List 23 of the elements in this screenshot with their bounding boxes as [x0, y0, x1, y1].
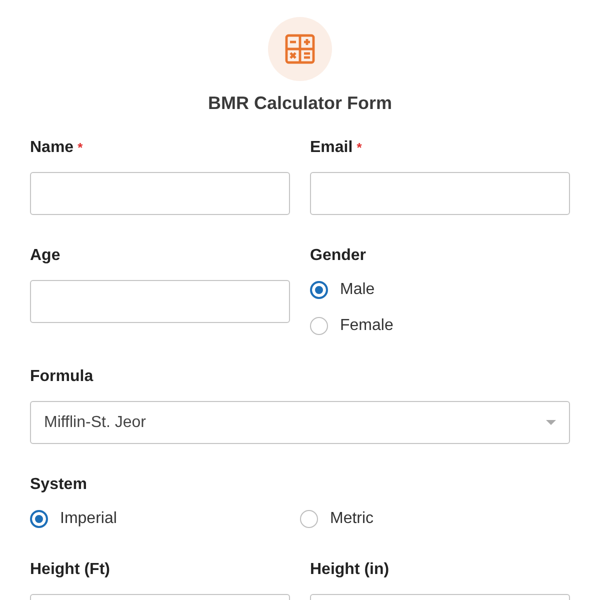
text-input[interactable] [30, 172, 290, 215]
field-label: Gender [310, 246, 368, 266]
option-label[interactable]: Female [340, 316, 394, 336]
option-label[interactable]: Metric [330, 509, 374, 529]
option-label[interactable]: Imperial [60, 509, 117, 529]
text-input[interactable] [30, 280, 290, 323]
radio-button[interactable] [310, 281, 328, 299]
field-label: Height (in) [310, 560, 390, 580]
field-label: Formula [30, 367, 94, 387]
radio-button[interactable] [300, 510, 318, 528]
field-label: Email * [310, 138, 363, 158]
calculator-icon [285, 34, 315, 64]
field-label: Height (Ft) [30, 560, 111, 580]
radio-button[interactable] [30, 510, 48, 528]
radio-button[interactable] [310, 317, 328, 335]
text-input[interactable] [310, 172, 570, 215]
field-label: System [30, 475, 88, 495]
formula-dropdown[interactable]: Mifflin-St. Jeor [30, 401, 570, 444]
field-label: Name * [30, 138, 84, 158]
form-title: BMR Calculator Form [208, 92, 392, 114]
caret-icon [546, 420, 556, 425]
option-label[interactable]: Male [340, 280, 375, 300]
field-label: Age [30, 246, 62, 266]
